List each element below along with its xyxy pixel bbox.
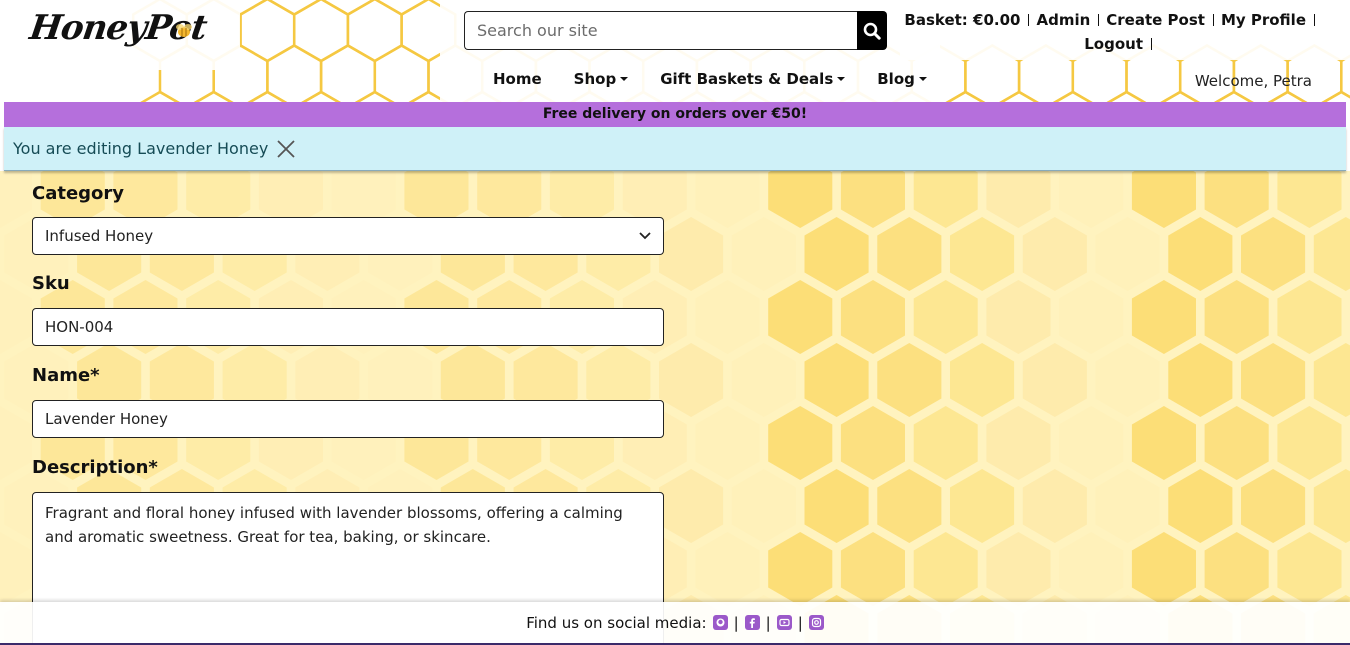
name-label: Name* bbox=[32, 365, 100, 386]
main-content: Category Infused Honey Sku HON-004 Name*… bbox=[0, 171, 1350, 645]
divider bbox=[1098, 14, 1100, 26]
instagram-icon[interactable] bbox=[808, 615, 824, 630]
logout-link[interactable]: Logout bbox=[1084, 35, 1143, 53]
alert-message: You are editing Lavender Honey bbox=[13, 139, 269, 158]
admin-link[interactable]: Admin bbox=[1036, 11, 1090, 29]
nav-shop-dropdown[interactable]: Shop bbox=[574, 70, 629, 88]
site-footer: Find us on social media: | | | bbox=[0, 602, 1350, 645]
caret-down-icon bbox=[837, 77, 846, 81]
site-logo[interactable]: HoneyPot bbox=[27, 8, 209, 62]
main-nav: Home Shop Gift Baskets & Deals Blog bbox=[493, 70, 959, 88]
divider bbox=[1151, 38, 1152, 50]
welcome-message: Welcome, Petra bbox=[1194, 72, 1312, 90]
description-value: Fragrant and floral honey infused with l… bbox=[45, 504, 623, 546]
name-input[interactable]: Lavender Honey bbox=[32, 400, 664, 438]
name-value: Lavender Honey bbox=[45, 410, 168, 428]
create-post-link[interactable]: Create Post bbox=[1106, 11, 1205, 29]
site-header: HoneyPot Basket: €0.00 Admin Create Post My… bbox=[0, 0, 1350, 102]
divider: | bbox=[765, 613, 771, 632]
nav-shop-label: Shop bbox=[573, 70, 617, 88]
my-profile-link[interactable]: My Profile bbox=[1221, 11, 1306, 29]
divider: | bbox=[797, 613, 803, 632]
sku-value: HON-004 bbox=[45, 318, 114, 336]
category-select[interactable]: Infused Honey bbox=[32, 217, 664, 255]
caret-down-icon bbox=[918, 77, 927, 81]
search-input[interactable] bbox=[464, 11, 857, 50]
nav-blog-dropdown[interactable]: Blog bbox=[877, 70, 927, 88]
nav-blog-label: Blog bbox=[877, 70, 915, 88]
github-icon[interactable] bbox=[712, 615, 728, 630]
nav-gift-baskets-label: Gift Baskets & Deals bbox=[660, 70, 834, 88]
sku-input[interactable]: HON-004 bbox=[32, 308, 664, 346]
divider: | bbox=[733, 613, 739, 632]
close-icon[interactable] bbox=[276, 139, 296, 159]
facebook-icon[interactable] bbox=[744, 615, 760, 630]
sku-label: Sku bbox=[32, 273, 70, 294]
nav-gift-baskets-dropdown[interactable]: Gift Baskets & Deals bbox=[660, 70, 846, 88]
chevron-down-icon bbox=[639, 232, 651, 240]
promo-banner: Free delivery on orders over €50! bbox=[4, 102, 1346, 127]
social-links: | | | bbox=[712, 613, 824, 632]
search-button[interactable] bbox=[857, 11, 887, 50]
youtube-icon[interactable] bbox=[776, 615, 792, 630]
search-icon bbox=[863, 22, 881, 40]
basket-link[interactable]: Basket: €0.00 bbox=[904, 11, 1020, 29]
nav-home-label: Home bbox=[493, 70, 542, 88]
bee-icon bbox=[176, 24, 192, 37]
divider bbox=[1212, 14, 1214, 26]
social-label: Find us on social media: bbox=[526, 613, 707, 632]
category-value: Infused Honey bbox=[45, 227, 154, 245]
category-label: Category bbox=[32, 183, 125, 204]
edit-product-form: Category Infused Honey Sku HON-004 Name*… bbox=[32, 183, 664, 645]
nav-home[interactable]: Home bbox=[493, 70, 542, 88]
description-label: Description* bbox=[32, 457, 158, 478]
divider bbox=[1028, 14, 1030, 26]
account-links: Basket: €0.00 Admin Create Post My Profile … bbox=[902, 8, 1322, 56]
search-form bbox=[464, 11, 887, 50]
edit-alert: You are editing Lavender Honey bbox=[4, 127, 1346, 171]
divider bbox=[1314, 14, 1315, 26]
caret-down-icon bbox=[620, 77, 629, 81]
